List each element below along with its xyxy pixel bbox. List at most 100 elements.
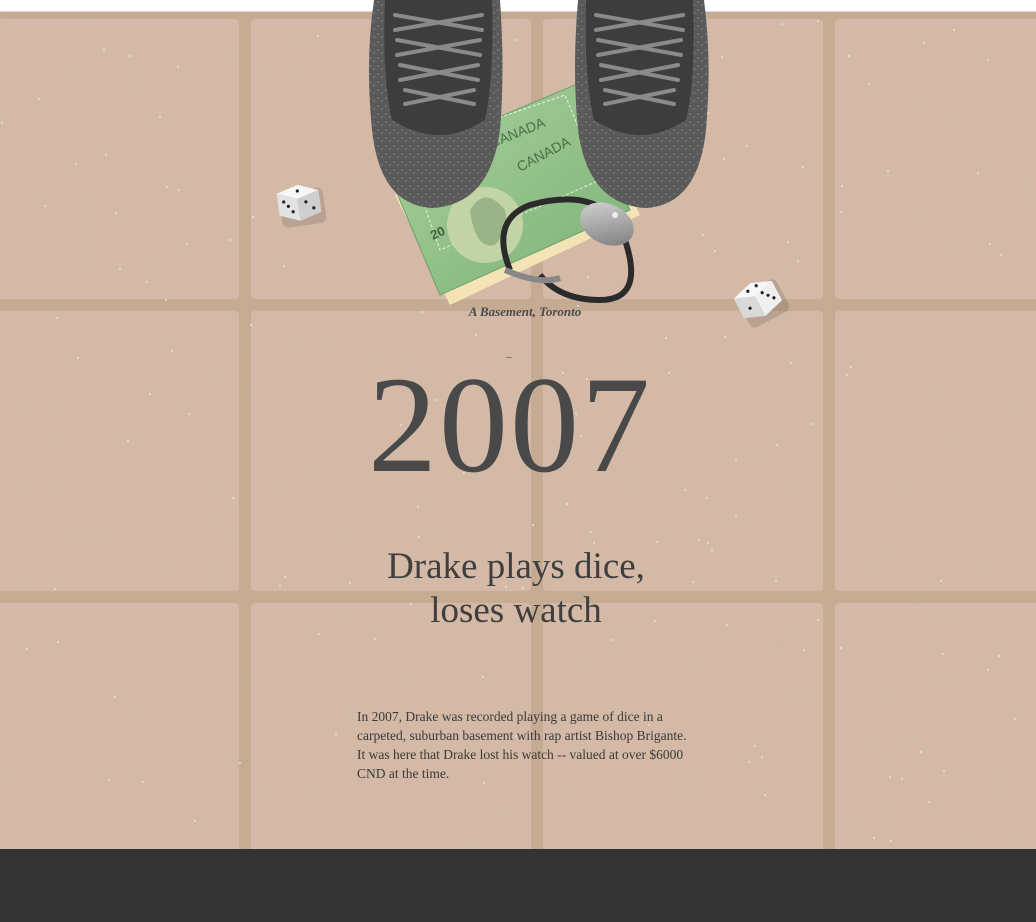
floor-speck xyxy=(957,436,959,438)
floor-speck xyxy=(939,677,941,679)
floor-speck xyxy=(114,696,116,698)
floor-speck xyxy=(134,707,136,709)
floor-speck xyxy=(940,580,942,582)
floor-speck xyxy=(96,537,98,539)
floor-speck xyxy=(446,542,448,544)
floor-speck xyxy=(928,801,930,803)
floor-speck xyxy=(48,485,50,487)
floor-speck xyxy=(242,350,244,352)
floor-speck xyxy=(752,748,754,750)
floor-speck xyxy=(946,680,948,682)
floor-speck xyxy=(503,811,505,813)
floor-speck xyxy=(885,762,887,764)
floor-speck xyxy=(279,585,281,587)
floor-speck xyxy=(698,539,700,541)
floor-speck xyxy=(284,576,286,578)
floor-tile xyxy=(0,602,240,849)
floor-speck xyxy=(209,575,211,577)
floor-speck xyxy=(171,565,173,567)
floor-speck xyxy=(127,440,129,442)
floor-speck xyxy=(835,825,837,827)
floor-speck xyxy=(656,541,658,543)
floor-speck xyxy=(776,444,778,446)
floor-speck xyxy=(576,656,578,658)
floor-speck xyxy=(884,815,886,817)
floor-speck xyxy=(77,357,79,359)
floor-speck xyxy=(993,783,995,785)
floor-speck xyxy=(748,761,750,763)
floor-speck xyxy=(1018,842,1020,844)
floor-speck xyxy=(142,781,144,783)
floor-speck xyxy=(374,638,376,640)
floor-speck xyxy=(3,774,5,776)
floor-tile xyxy=(834,602,1036,849)
floor-speck xyxy=(60,442,62,444)
floor-tile xyxy=(834,310,1036,592)
die-icon xyxy=(276,184,327,228)
footer-bar xyxy=(0,849,1036,922)
floor-speck xyxy=(889,776,891,778)
floor-speck xyxy=(22,590,24,592)
floor-speck xyxy=(781,641,783,643)
floor-speck xyxy=(785,480,787,482)
floor-speck xyxy=(943,613,945,615)
floor-speck xyxy=(777,642,779,644)
floor-speck xyxy=(304,794,306,796)
floor-speck xyxy=(591,541,593,543)
floor-speck xyxy=(549,524,551,526)
floor-speck xyxy=(418,536,420,538)
floor-speck xyxy=(344,541,346,543)
floor-speck xyxy=(318,633,320,635)
floor-speck xyxy=(482,676,484,678)
floor-speck xyxy=(942,653,944,655)
floor-speck xyxy=(471,841,473,843)
floor-speck xyxy=(26,648,28,650)
floor-speck xyxy=(94,541,96,543)
floor-speck xyxy=(764,794,766,796)
floor-speck xyxy=(69,542,71,544)
floor-speck xyxy=(850,366,852,368)
floor-speck xyxy=(149,393,151,395)
floor-speck xyxy=(188,413,190,415)
floor-speck xyxy=(637,637,639,639)
floor-speck xyxy=(57,641,59,643)
floor-speck xyxy=(890,840,892,842)
floor-speck xyxy=(593,542,595,544)
floor-speck xyxy=(24,494,26,496)
left-sneaker-icon xyxy=(368,0,503,208)
floor-speck xyxy=(790,362,792,364)
floor-speck xyxy=(209,377,211,379)
floor-speck xyxy=(811,423,813,425)
floor-speck xyxy=(796,636,798,638)
floor-speck xyxy=(775,580,777,582)
location-caption: A Basement, Toronto xyxy=(468,304,582,319)
floor-speck xyxy=(886,691,888,693)
floor-speck xyxy=(873,837,875,839)
floor-speck xyxy=(171,350,173,352)
floor-speck xyxy=(818,562,820,564)
floor-speck xyxy=(217,515,219,517)
floor-speck xyxy=(216,483,218,485)
floor-speck xyxy=(912,603,914,605)
floor-speck xyxy=(404,675,406,677)
floor-speck xyxy=(984,568,986,570)
floor-speck xyxy=(590,531,592,533)
floor-speck xyxy=(735,515,737,517)
floor-speck xyxy=(696,658,698,660)
floor-speck xyxy=(570,786,572,788)
floor-speck xyxy=(108,779,110,781)
story-headline: Drake plays dice, loses watch xyxy=(316,545,716,633)
floor-speck xyxy=(803,649,805,651)
floor-speck xyxy=(239,762,241,764)
floor-speck xyxy=(246,678,248,680)
dice-scene-illustration: CANADA CANADA 20 xyxy=(276,0,790,328)
floor-speck xyxy=(799,699,801,701)
floor-speck xyxy=(901,778,903,780)
floor-speck xyxy=(230,529,232,531)
floor-speck xyxy=(232,497,234,499)
floor-speck xyxy=(54,409,56,411)
floor-speck xyxy=(611,639,613,641)
floor-speck xyxy=(30,404,32,406)
floor-speck xyxy=(892,557,894,559)
floor-speck xyxy=(1016,410,1018,412)
